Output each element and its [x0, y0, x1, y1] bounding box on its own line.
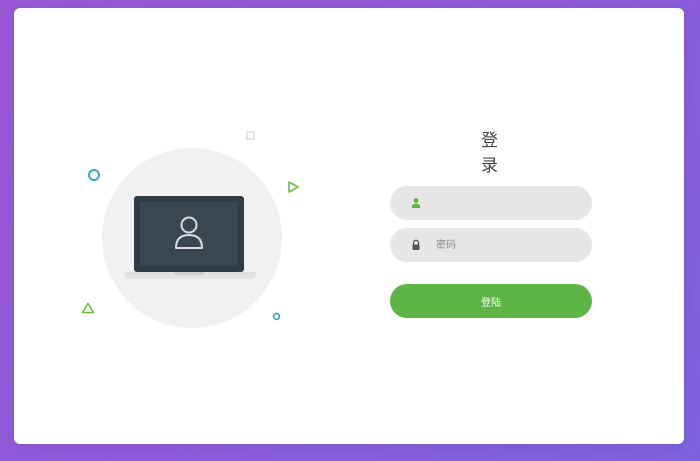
lock-icon [412, 239, 420, 250]
user-outline-icon [175, 216, 203, 249]
triangle-outline-decoration-left [81, 302, 95, 314]
login-card: 登录 登陆 [14, 8, 684, 444]
password-input[interactable] [436, 228, 581, 262]
laptop-screen [140, 202, 238, 266]
username-field[interactable] [390, 186, 592, 220]
user-icon [411, 198, 421, 208]
circle-outline-decoration [88, 169, 100, 181]
small-circle-outline-decoration [272, 312, 281, 321]
square-outline-decoration [246, 131, 255, 140]
laptop-notch [174, 272, 204, 275]
login-title: 登录 [481, 131, 499, 176]
password-field[interactable] [390, 228, 592, 262]
laptop-icon [134, 196, 244, 272]
username-input[interactable] [436, 186, 581, 220]
triangle-outline-decoration-right [288, 181, 299, 193]
login-button[interactable]: 登陆 [390, 284, 592, 318]
